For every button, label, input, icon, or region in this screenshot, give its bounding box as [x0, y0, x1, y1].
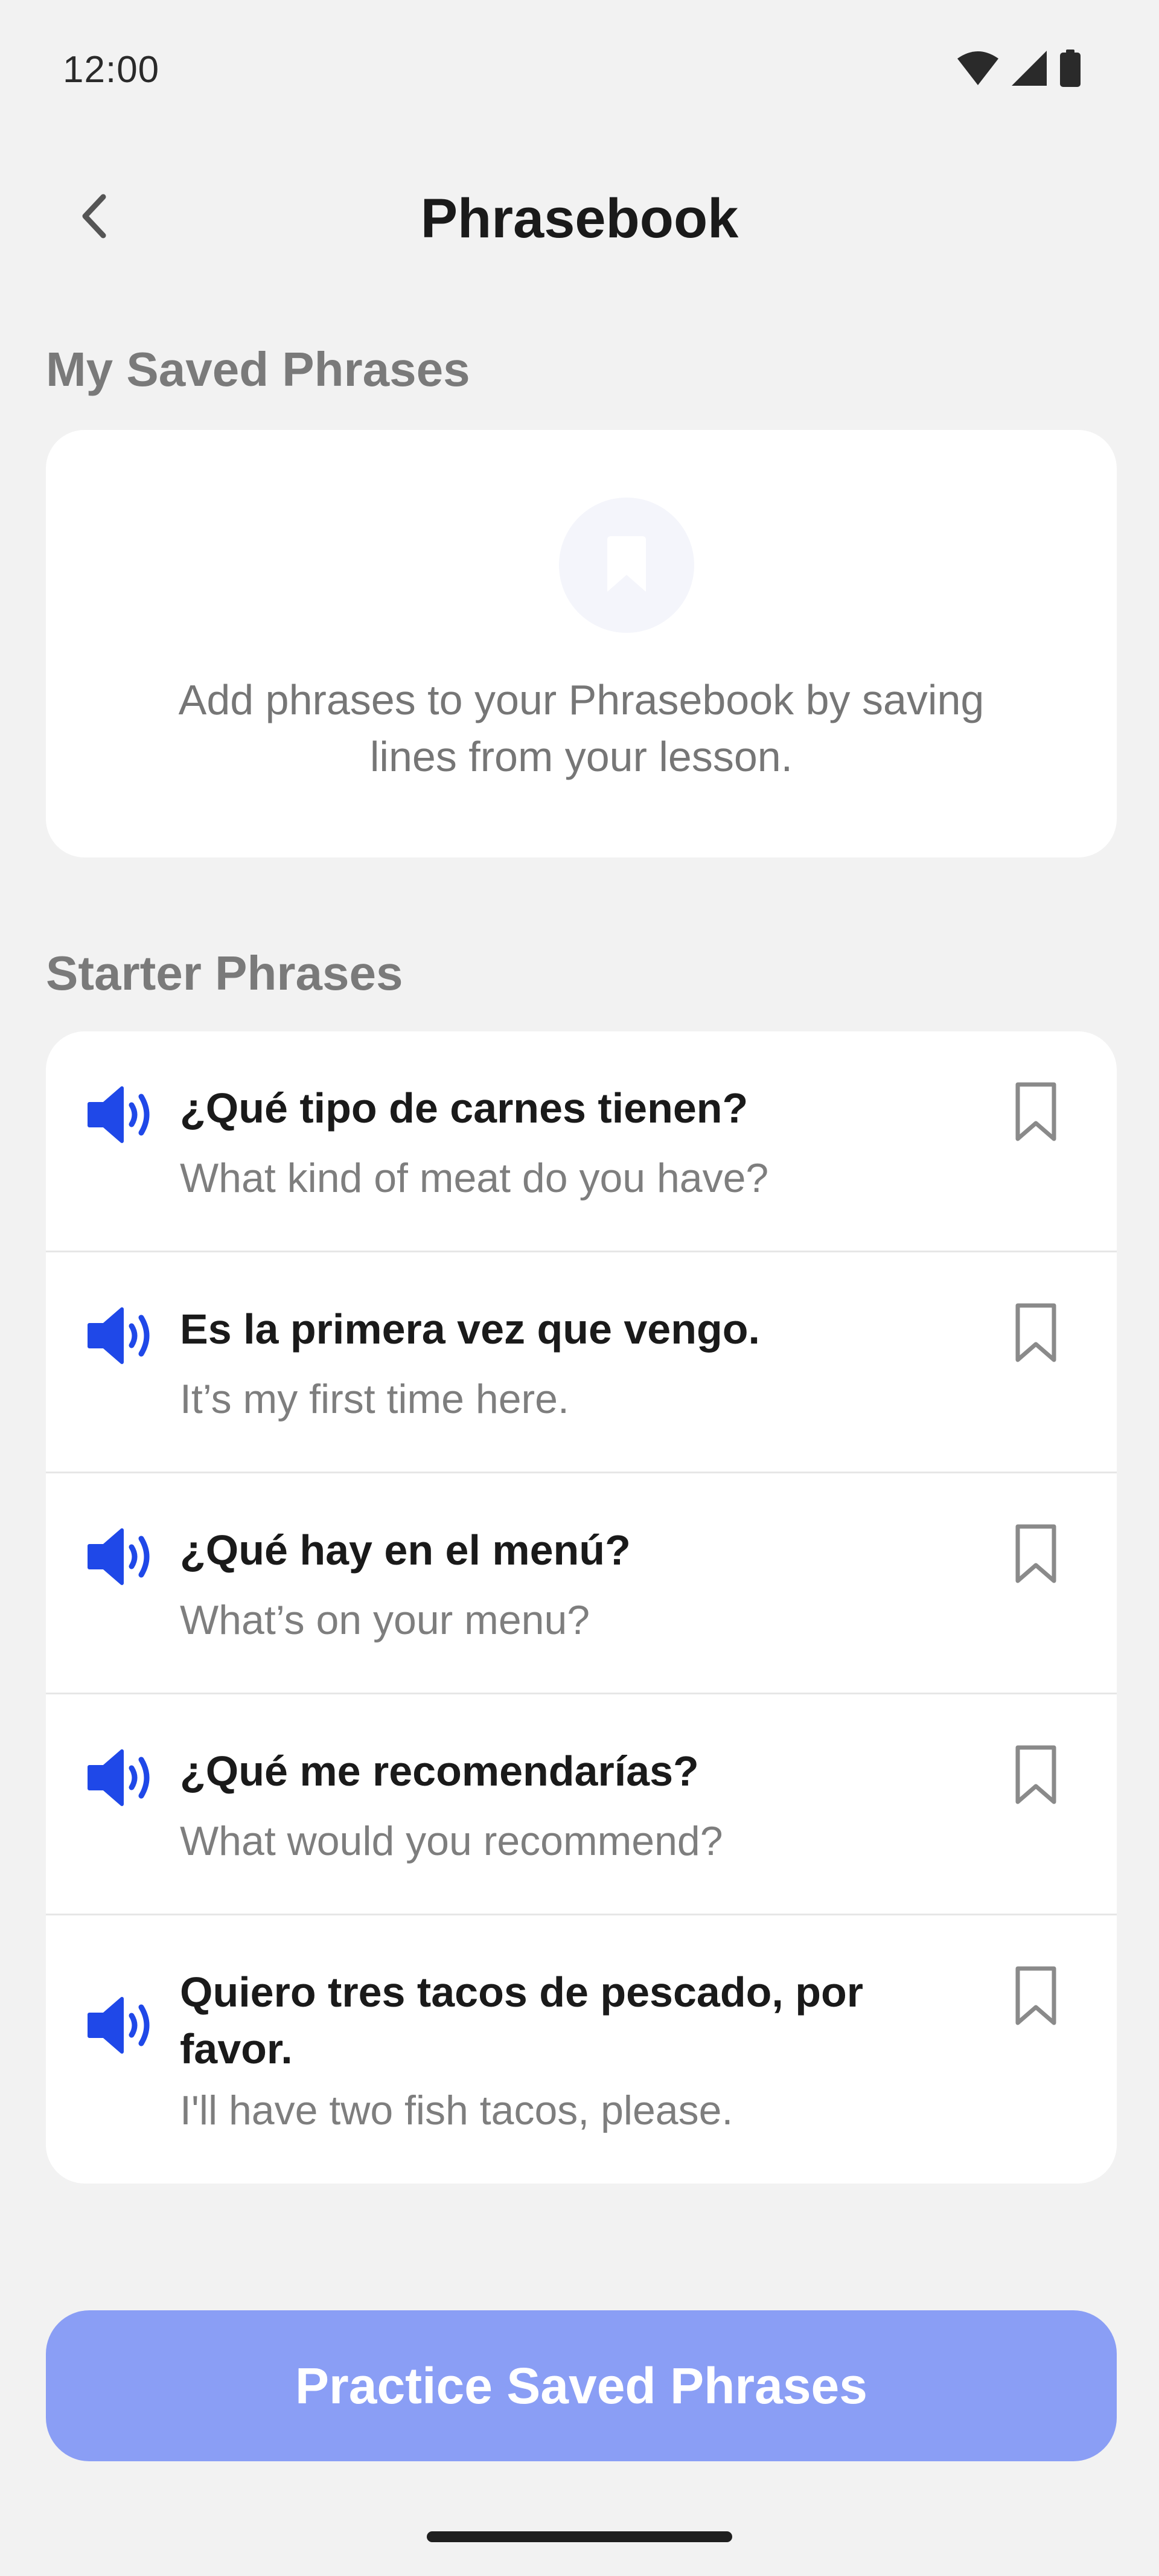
phrase-english: What would you recommend?: [180, 1818, 723, 1864]
starter-phrases-list: ¿Qué tipo de carnes tienen? What kind of…: [46, 1031, 1117, 2184]
phrase-spanish: ¿Qué hay en el menú?: [180, 1527, 631, 1574]
bookmark-button[interactable]: [1006, 1740, 1066, 1813]
bookmark-button[interactable]: [1006, 1077, 1066, 1150]
status-icons: [957, 50, 1081, 87]
bookmark-outline-icon: [1014, 1303, 1058, 1366]
saved-phrases-heading: My Saved Phrases: [46, 342, 470, 396]
phrase-spanish: ¿Qué me recomendarías?: [180, 1748, 699, 1795]
phrase-english: What’s on your menu?: [180, 1597, 590, 1643]
phrase-english: I'll have two fish tacos, please.: [180, 2087, 733, 2133]
phrase-spanish: Quiero tres tacos de pescado, por favor.: [180, 1969, 863, 2072]
list-item[interactable]: Quiero tres tacos de pescado, por favor.…: [46, 1915, 1117, 2184]
battery-icon: [1060, 50, 1081, 87]
phrase-spanish: ¿Qué tipo de carnes tienen?: [180, 1085, 749, 1132]
list-item[interactable]: ¿Qué tipo de carnes tienen? What kind of…: [46, 1031, 1117, 1252]
practice-saved-phrases-button[interactable]: Practice Saved Phrases: [46, 2310, 1117, 2461]
cell-signal-icon: [1012, 51, 1047, 86]
empty-bookmark-circle: [559, 498, 694, 633]
bookmark-outline-icon: [1014, 1524, 1058, 1588]
phrase-english: What kind of meat do you have?: [180, 1155, 769, 1201]
status-bar: 12:00: [0, 0, 1159, 139]
phrasebook-screen: 12:00 Phrasebook My Saved Phrases Add ph…: [0, 0, 1159, 2576]
app-bar: Phrasebook: [0, 169, 1159, 272]
home-indicator[interactable]: [427, 2531, 732, 2542]
speaker-icon[interactable]: [87, 1306, 159, 1366]
bookmark-button[interactable]: [1006, 1519, 1066, 1592]
phrase-texts: Es la primera vez que vengo. It’s my fir…: [180, 1301, 934, 1427]
speaker-icon[interactable]: [87, 1995, 159, 2055]
list-item[interactable]: Es la primera vez que vengo. It’s my fir…: [46, 1252, 1117, 1473]
bookmark-button[interactable]: [1006, 1961, 1066, 2034]
saved-phrases-empty-card: Add phrases to your Phrasebook by saving…: [46, 430, 1117, 857]
list-item[interactable]: ¿Qué hay en el menú? What’s on your menu…: [46, 1473, 1117, 1694]
phrase-texts: ¿Qué hay en el menú? What’s on your menu…: [180, 1522, 934, 1648]
speaker-icon[interactable]: [87, 1748, 159, 1808]
status-time: 12:00: [63, 49, 160, 91]
page-title: Phrasebook: [420, 188, 739, 249]
phrase-spanish: Es la primera vez que vengo.: [180, 1306, 760, 1353]
bookmark-outline-icon: [1014, 1082, 1058, 1145]
list-item[interactable]: ¿Qué me recomendarías? What would you re…: [46, 1694, 1117, 1915]
speaker-icon[interactable]: [87, 1527, 159, 1587]
bookmark-icon: [607, 536, 646, 595]
bookmark-button[interactable]: [1006, 1298, 1066, 1371]
phrase-texts: Quiero tres tacos de pescado, por favor.…: [180, 1964, 934, 2139]
phrase-texts: ¿Qué me recomendarías? What would you re…: [180, 1743, 934, 1870]
bookmark-outline-icon: [1014, 1966, 1058, 2030]
bookmark-outline-icon: [1014, 1745, 1058, 1809]
empty-state-message: Add phrases to your Phrasebook by saving…: [178, 676, 985, 780]
phrase-english: It’s my first time here.: [180, 1376, 569, 1422]
phrase-texts: ¿Qué tipo de carnes tienen? What kind of…: [180, 1080, 934, 1206]
speaker-icon[interactable]: [87, 1085, 159, 1145]
starter-phrases-heading: Starter Phrases: [46, 946, 403, 1000]
wifi-icon: [957, 51, 998, 85]
